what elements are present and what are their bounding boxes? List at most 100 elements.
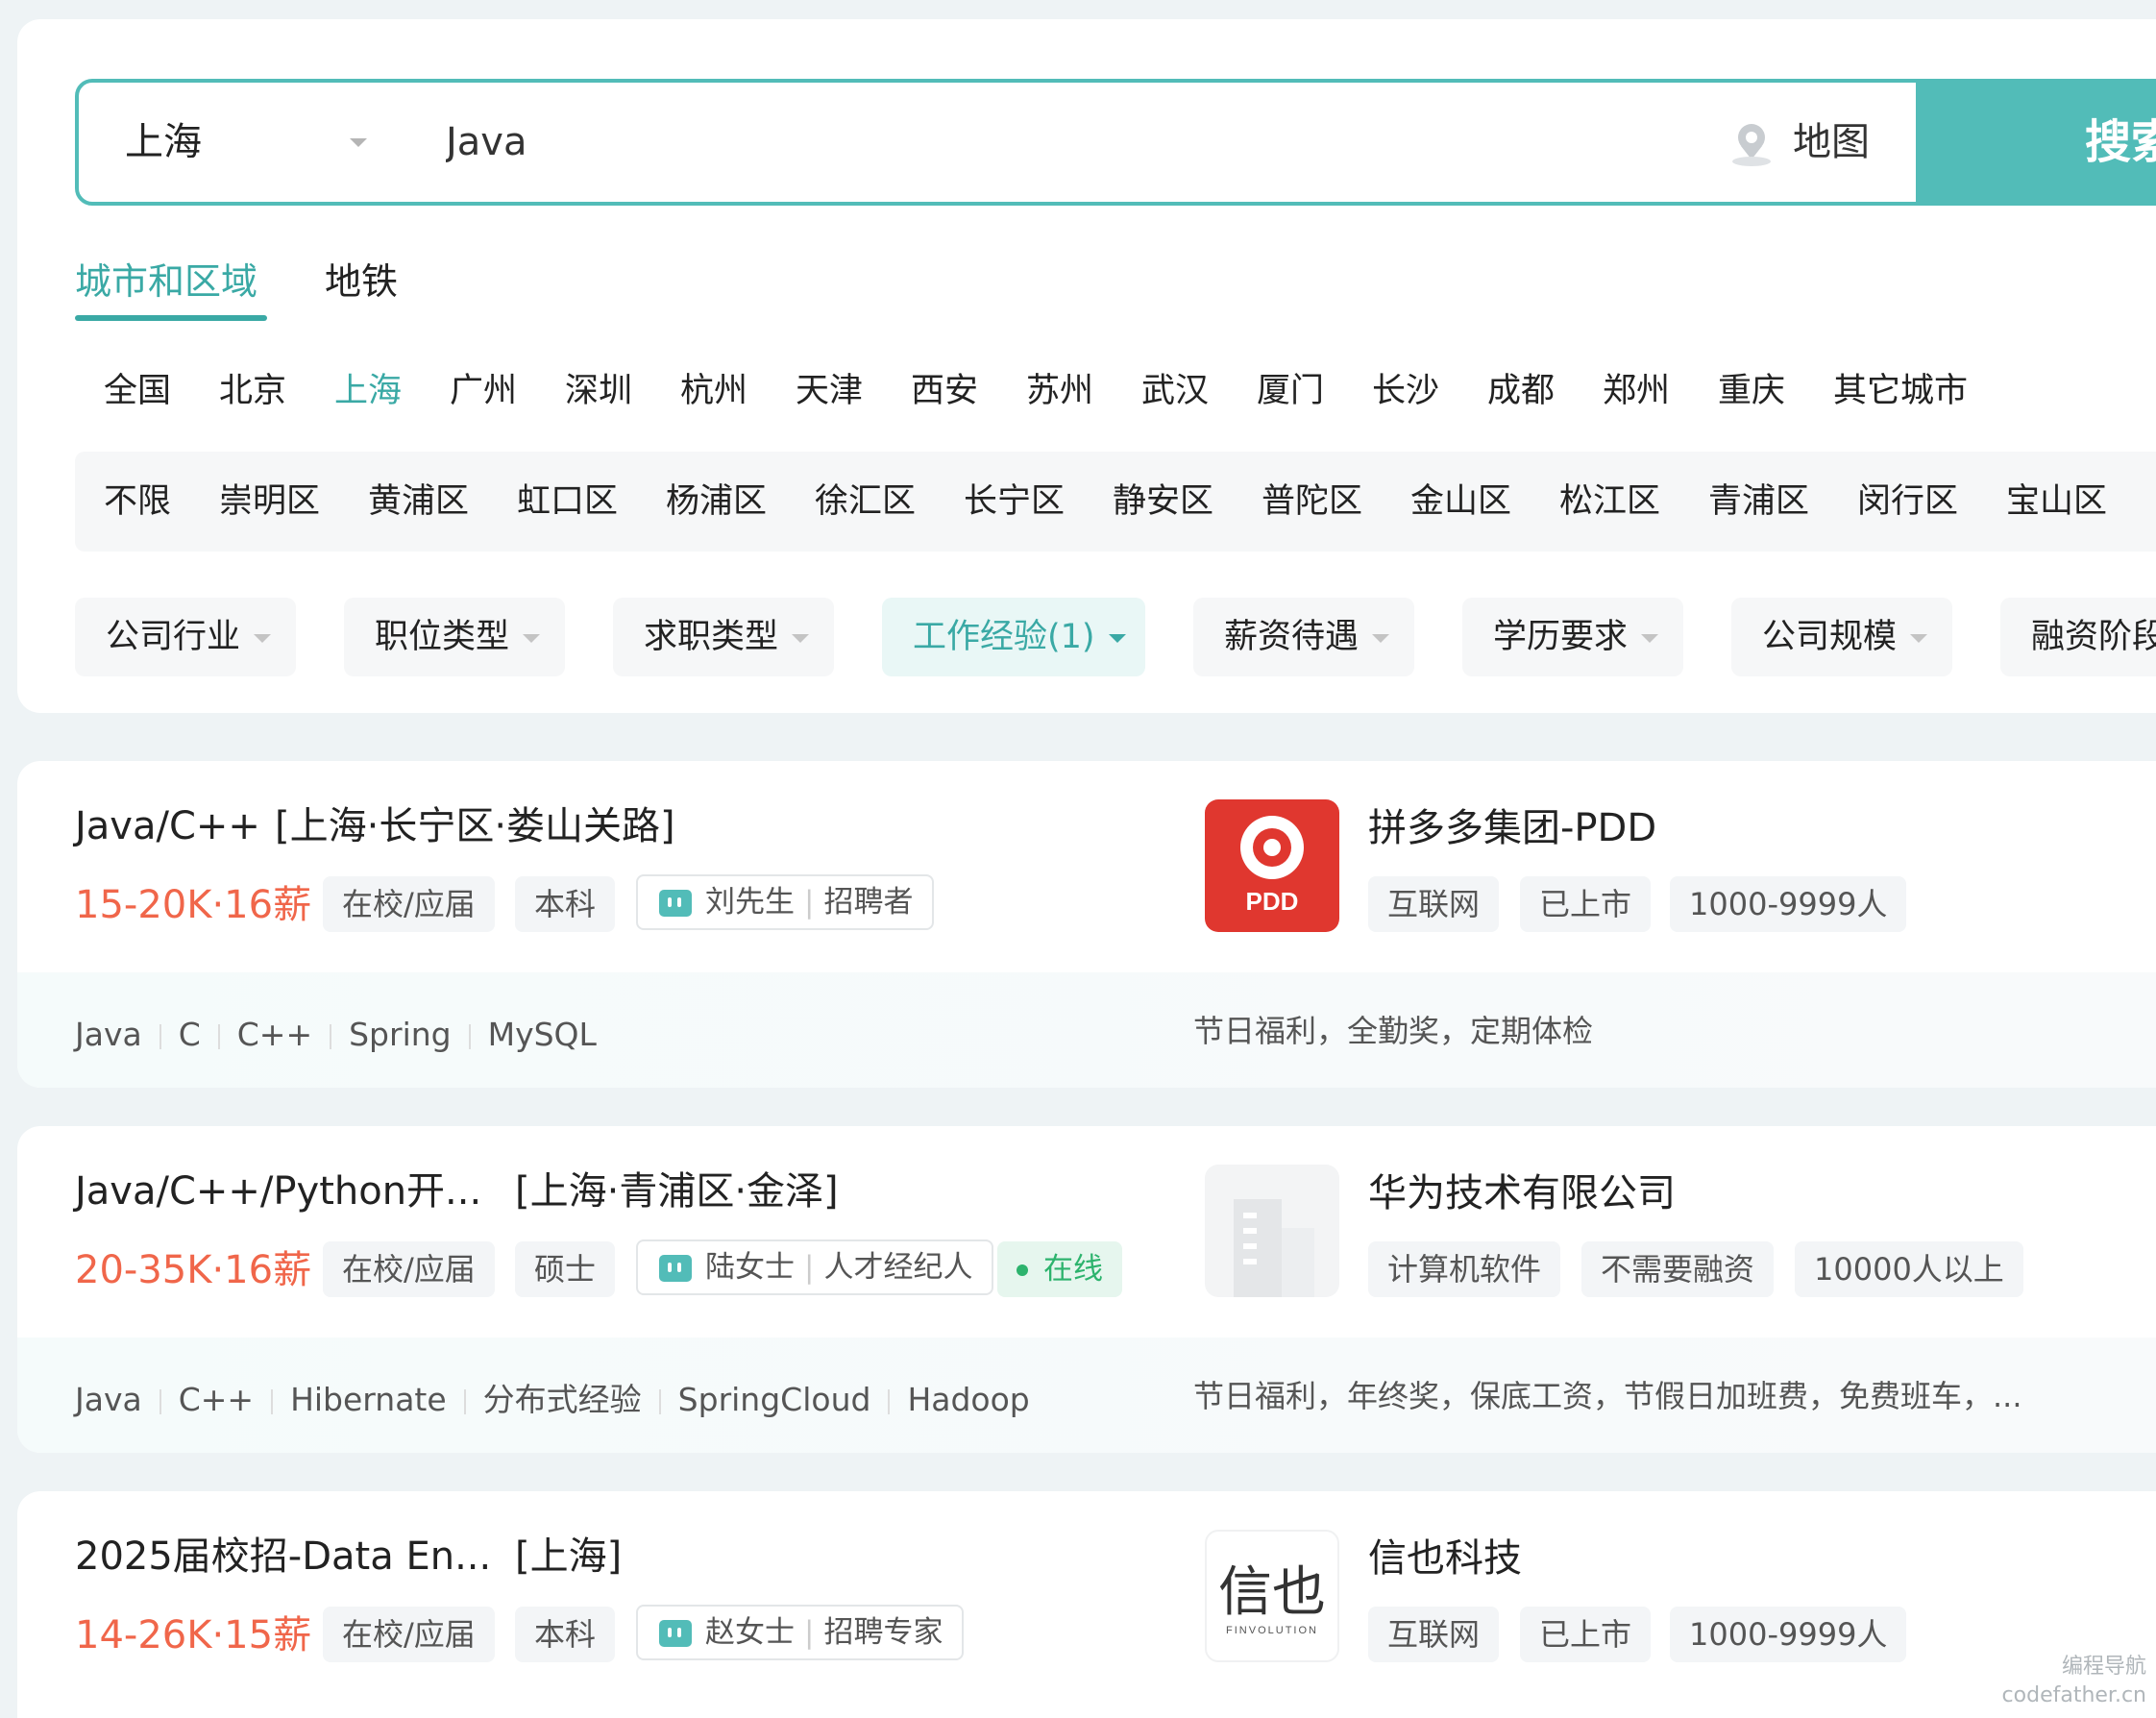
chevron-down-icon <box>1108 633 1126 643</box>
district-item[interactable]: 不限 <box>104 478 171 526</box>
filter-industry[interactable]: 公司行业 <box>75 598 296 676</box>
district-item[interactable]: 黄浦区 <box>368 478 469 526</box>
job-title[interactable]: 2025届校招-Data En... <box>75 1530 491 1583</box>
map-button[interactable]: 地图 <box>1727 83 1900 202</box>
city-item-other[interactable]: 其它城市 <box>1833 367 1968 415</box>
company-logo-subtext: FINVOLUTION <box>1226 1625 1318 1636</box>
online-status-label: 在线 <box>1043 1252 1103 1287</box>
chevron-down-icon[interactable] <box>350 138 367 147</box>
city-item[interactable]: 苏州 <box>1026 367 1093 415</box>
recruiter-chip[interactable]: 刘先生 | 招聘者 <box>636 874 935 930</box>
filter-label: 学历要求 <box>1493 618 1629 656</box>
tab-city-and-district[interactable]: 城市和区域 <box>75 258 257 306</box>
city-item[interactable]: 杭州 <box>680 367 747 415</box>
job-title[interactable]: Java/C++/Python开... <box>75 1165 481 1218</box>
district-item[interactable]: 松江区 <box>1559 478 1660 526</box>
district-item[interactable]: 徐汇区 <box>815 478 916 526</box>
filter-employment-type[interactable]: 求职类型 <box>613 598 834 676</box>
company-tag: 互联网 <box>1368 876 1500 932</box>
company-name[interactable]: 拼多多集团-PDD <box>1368 801 1656 855</box>
job-location: [上海·长宁区·娄山关路] <box>275 804 675 848</box>
job-card[interactable]: Java/C++/Python开... [上海·青浦区·金泽] 20-35K·1… <box>17 1126 2156 1453</box>
district-item[interactable]: 金山区 <box>1410 478 1511 526</box>
skill-list: Java C C++ Spring MySQL <box>75 1011 597 1059</box>
welfare-text: 节日福利，全勤奖，定期体检 <box>1193 1013 1594 1049</box>
city-item[interactable]: 广州 <box>450 367 517 415</box>
job-title[interactable]: Java/C++ <box>75 799 260 853</box>
skill-tag: SpringCloud <box>677 1381 871 1418</box>
search-bar: 上海 地图 搜索 <box>75 79 2156 206</box>
search-input[interactable] <box>446 104 1695 181</box>
company-name[interactable]: 华为技术有限公司 <box>1368 1166 1676 1220</box>
company-logo[interactable]: PDD <box>1205 799 1339 932</box>
city-item[interactable]: 厦门 <box>1257 367 1324 415</box>
filter-experience[interactable]: 工作经验(1) <box>882 598 1145 676</box>
job-tag: 在校/应届 <box>323 876 495 932</box>
city-item[interactable]: 长沙 <box>1372 367 1439 415</box>
district-item[interactable]: 虹口区 <box>517 478 618 526</box>
recruiter-role: 招聘者 <box>823 885 914 920</box>
city-item[interactable]: 郑州 <box>1603 367 1670 415</box>
company-name[interactable]: 信也科技 <box>1368 1532 1522 1585</box>
district-item[interactable]: 崇明区 <box>219 478 320 526</box>
company-logo[interactable]: 信也 FINVOLUTION <box>1205 1530 1339 1662</box>
separator <box>159 1023 161 1049</box>
district-item[interactable]: 普陀区 <box>1262 478 1362 526</box>
filter-company-size[interactable]: 公司规模 <box>1731 598 1952 676</box>
city-item[interactable]: 全国 <box>104 367 171 415</box>
chevron-down-icon <box>254 633 272 643</box>
district-item[interactable]: 闵行区 <box>1857 478 1958 526</box>
search-button[interactable]: 搜索 <box>1916 83 2156 202</box>
filter-label: 融资阶段 <box>2031 618 2156 656</box>
recruiter-chip[interactable]: 陆女士 | 人才经纪人 <box>636 1239 994 1295</box>
city-item[interactable]: 成都 <box>1487 367 1555 415</box>
company-logo[interactable] <box>1205 1165 1339 1297</box>
skill-tag: C++ <box>178 1381 255 1418</box>
job-card[interactable]: 2025届校招-Data En... [上海] 14-26K·15薪 在校/应届… <box>17 1491 2156 1718</box>
separator <box>468 1023 471 1049</box>
map-pin-icon <box>1732 124 1771 166</box>
district-item[interactable]: 静安区 <box>1113 478 1213 526</box>
city-item-active[interactable]: 上海 <box>334 367 402 415</box>
separator <box>888 1388 891 1414</box>
recruiter-chip[interactable]: 赵女士 | 招聘专家 <box>636 1605 965 1660</box>
skill-tag: Hadoop <box>907 1381 1030 1418</box>
job-tag: 本科 <box>515 1607 616 1662</box>
filter-job-type[interactable]: 职位类型 <box>344 598 565 676</box>
filter-salary[interactable]: 薪资待遇 <box>1193 598 1414 676</box>
chat-icon <box>659 890 692 917</box>
city-item[interactable]: 重庆 <box>1718 367 1785 415</box>
city-select[interactable]: 上海 <box>125 83 413 202</box>
job-card[interactable]: Java/C++ [上海·长宁区·娄山关路] 15-20K·16薪 在校/应届 … <box>17 761 2156 1088</box>
district-item[interactable]: 杨浦区 <box>666 478 767 526</box>
filter-label: 求职类型 <box>644 618 779 656</box>
city-item[interactable]: 西安 <box>911 367 978 415</box>
skill-tag: Spring <box>349 1016 452 1053</box>
active-tab-indicator <box>75 315 267 321</box>
company-tag: 不需要融资 <box>1581 1241 1775 1297</box>
chat-icon <box>659 1620 692 1647</box>
skill-tag: Java <box>75 1381 142 1418</box>
recruiter-role: 招聘专家 <box>823 1615 943 1650</box>
chevron-down-icon <box>523 633 541 643</box>
district-item[interactable]: 宝山区 <box>2006 478 2107 526</box>
tab-subway[interactable]: 地铁 <box>325 258 398 306</box>
district-item[interactable]: 长宁区 <box>964 478 1065 526</box>
job-location: [上海·青浦区·金泽] <box>515 1169 839 1214</box>
city-item[interactable]: 北京 <box>219 367 286 415</box>
company-logo-text: PDD <box>1246 887 1299 916</box>
map-button-label: 地图 <box>1793 120 1870 164</box>
separator <box>658 1388 661 1414</box>
city-item[interactable]: 深圳 <box>565 367 632 415</box>
company-tag: 已上市 <box>1520 1607 1652 1662</box>
skill-tag: 分布式经验 <box>482 1381 642 1418</box>
filter-education[interactable]: 学历要求 <box>1462 598 1683 676</box>
city-item[interactable]: 天津 <box>796 367 863 415</box>
city-item[interactable]: 武汉 <box>1141 367 1209 415</box>
separator: | <box>804 1250 815 1285</box>
job-salary: 14-26K·15薪 <box>75 1613 312 1657</box>
chevron-down-icon <box>1641 633 1659 643</box>
chevron-down-icon <box>1910 633 1928 643</box>
district-item[interactable]: 青浦区 <box>1708 478 1809 526</box>
filter-funding-stage[interactable]: 融资阶段 <box>2000 598 2156 676</box>
